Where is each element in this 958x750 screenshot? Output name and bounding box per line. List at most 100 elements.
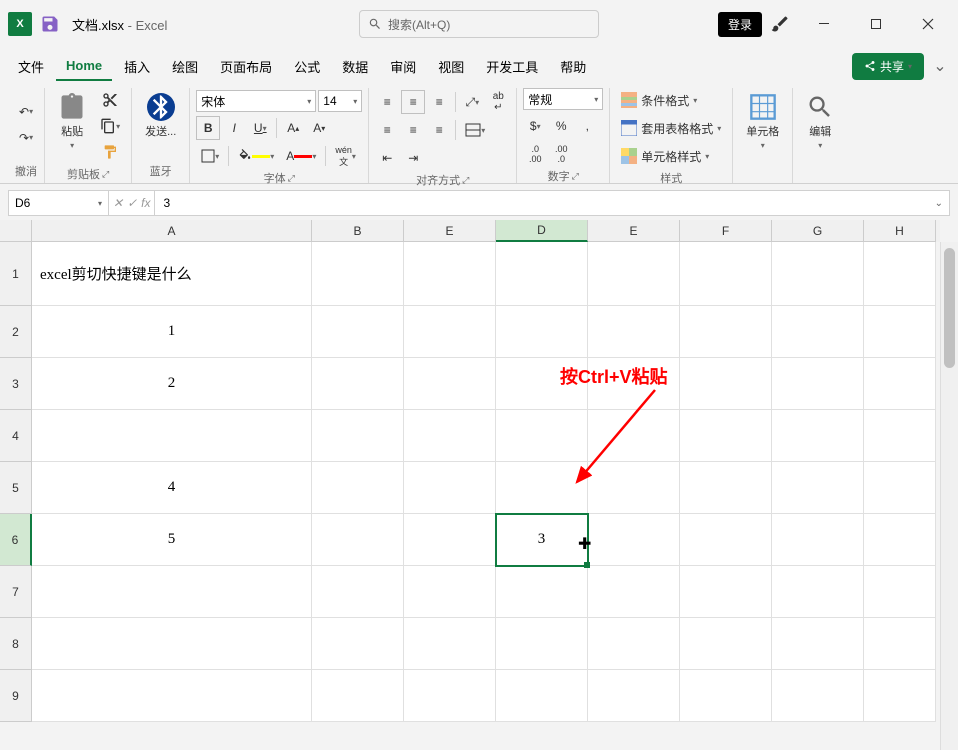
menu-file[interactable]: 文件 (8, 51, 54, 82)
cell[interactable] (680, 462, 772, 514)
cell[interactable] (588, 242, 680, 306)
undo-button[interactable]: ↶ ▾ (14, 100, 38, 124)
name-box[interactable]: D6▾ (9, 191, 109, 215)
alignment-dialog-launcher-icon[interactable]: ⤢ (462, 175, 469, 186)
cell[interactable] (588, 462, 680, 514)
cell[interactable] (404, 566, 496, 618)
percent-format-button[interactable]: % (549, 114, 573, 138)
close-button[interactable] (906, 8, 950, 40)
cell[interactable] (864, 670, 936, 722)
row-header[interactable]: 6 (0, 514, 32, 566)
cell[interactable] (864, 618, 936, 670)
bold-button[interactable]: B (196, 116, 220, 140)
font-name-select[interactable]: 宋体▾ (196, 90, 316, 112)
cell[interactable] (680, 306, 772, 358)
cell[interactable] (588, 306, 680, 358)
menu-data[interactable]: 数据 (332, 51, 378, 82)
cell[interactable] (32, 410, 312, 462)
cell[interactable] (404, 358, 496, 410)
cells-button[interactable]: 单元格▾ (739, 88, 786, 155)
conditional-format-button[interactable]: 条件格式 ▾ (616, 88, 702, 112)
cell[interactable] (404, 618, 496, 670)
fill-color-button[interactable]: ▾ (233, 144, 279, 168)
cell[interactable] (772, 306, 864, 358)
copy-button[interactable]: ▾ (95, 114, 125, 138)
cell[interactable] (312, 462, 404, 514)
cells-area[interactable]: excel剪切快捷键是什么12453 (32, 242, 940, 722)
cell[interactable] (864, 358, 936, 410)
cell[interactable]: 1 (32, 306, 312, 358)
login-button[interactable]: 登录 (718, 12, 762, 37)
cell[interactable] (496, 306, 588, 358)
cell[interactable] (772, 670, 864, 722)
font-size-select[interactable]: 14▾ (318, 90, 362, 112)
border-button[interactable]: ▾ (196, 144, 224, 168)
cell[interactable] (864, 462, 936, 514)
cell[interactable] (680, 618, 772, 670)
cell[interactable] (680, 514, 772, 566)
cell[interactable] (680, 358, 772, 410)
draw-mode-icon[interactable] (770, 14, 790, 34)
italic-button[interactable]: I (222, 116, 246, 140)
clipboard-dialog-launcher-icon[interactable]: ⤢ (102, 169, 109, 180)
spreadsheet-grid[interactable]: ABEDEFGH 123456789 excel剪切快捷键是什么12453 (0, 220, 958, 750)
column-header[interactable]: F (680, 220, 772, 242)
align-center-button[interactable]: ≡ (401, 118, 425, 142)
cell[interactable] (864, 242, 936, 306)
vertical-scrollbar[interactable] (940, 242, 958, 750)
row-header[interactable]: 9 (0, 670, 32, 722)
menu-help[interactable]: 帮助 (550, 51, 596, 82)
cell[interactable]: excel剪切快捷键是什么 (32, 242, 312, 306)
fx-icon[interactable]: fx (141, 196, 150, 210)
cell[interactable] (312, 566, 404, 618)
orientation-button[interactable]: ⤢ ▾ (460, 90, 484, 114)
menu-view[interactable]: 视图 (428, 51, 474, 82)
menu-home[interactable]: Home (56, 52, 112, 81)
font-dialog-launcher-icon[interactable]: ⤢ (288, 173, 295, 184)
column-headers[interactable]: ABEDEFGH (32, 220, 940, 242)
editing-button[interactable]: 编辑▾ (799, 88, 841, 155)
cell[interactable]: 4 (32, 462, 312, 514)
column-header[interactable]: D (496, 220, 588, 242)
column-header[interactable]: E (404, 220, 496, 242)
cell[interactable] (772, 618, 864, 670)
decrease-indent-button[interactable]: ⇤ (375, 146, 399, 170)
table-format-button[interactable]: 套用表格格式 ▾ (616, 116, 726, 140)
cell[interactable] (312, 242, 404, 306)
underline-button[interactable]: U ▾ (248, 116, 272, 140)
formula-input[interactable]: 3 (155, 196, 928, 210)
merge-button[interactable]: ▾ (460, 118, 490, 142)
maximize-button[interactable] (854, 8, 898, 40)
cell[interactable] (496, 462, 588, 514)
cell[interactable] (588, 514, 680, 566)
cell[interactable] (312, 306, 404, 358)
font-color-button[interactable]: A ▾ (281, 144, 321, 168)
column-header[interactable]: H (864, 220, 936, 242)
cell[interactable] (772, 410, 864, 462)
cell[interactable] (312, 410, 404, 462)
row-header[interactable]: 8 (0, 618, 32, 670)
align-right-button[interactable]: ≡ (427, 118, 451, 142)
minimize-button[interactable] (802, 8, 846, 40)
cell[interactable] (864, 410, 936, 462)
cell[interactable] (772, 242, 864, 306)
menu-insert[interactable]: 插入 (114, 51, 160, 82)
cell[interactable] (404, 462, 496, 514)
decrease-decimal-button[interactable]: .00.0 (549, 142, 573, 166)
share-button[interactable]: 共享 ▾ (852, 53, 924, 80)
cell[interactable] (680, 670, 772, 722)
menu-formulas[interactable]: 公式 (284, 51, 330, 82)
menu-review[interactable]: 审阅 (380, 51, 426, 82)
align-top-button[interactable]: ≡ (375, 90, 399, 114)
formula-bar-expand-icon[interactable]: ⌄ (929, 198, 949, 209)
cell[interactable] (496, 618, 588, 670)
column-header[interactable]: E (588, 220, 680, 242)
menu-page-layout[interactable]: 页面布局 (210, 51, 282, 82)
column-header[interactable]: B (312, 220, 404, 242)
cell[interactable] (496, 242, 588, 306)
increase-font-button[interactable]: A▴ (281, 116, 305, 140)
cell[interactable] (496, 566, 588, 618)
row-headers[interactable]: 123456789 (0, 242, 32, 722)
row-header[interactable]: 2 (0, 306, 32, 358)
cell-styles-button[interactable]: 单元格样式 ▾ (616, 144, 714, 168)
